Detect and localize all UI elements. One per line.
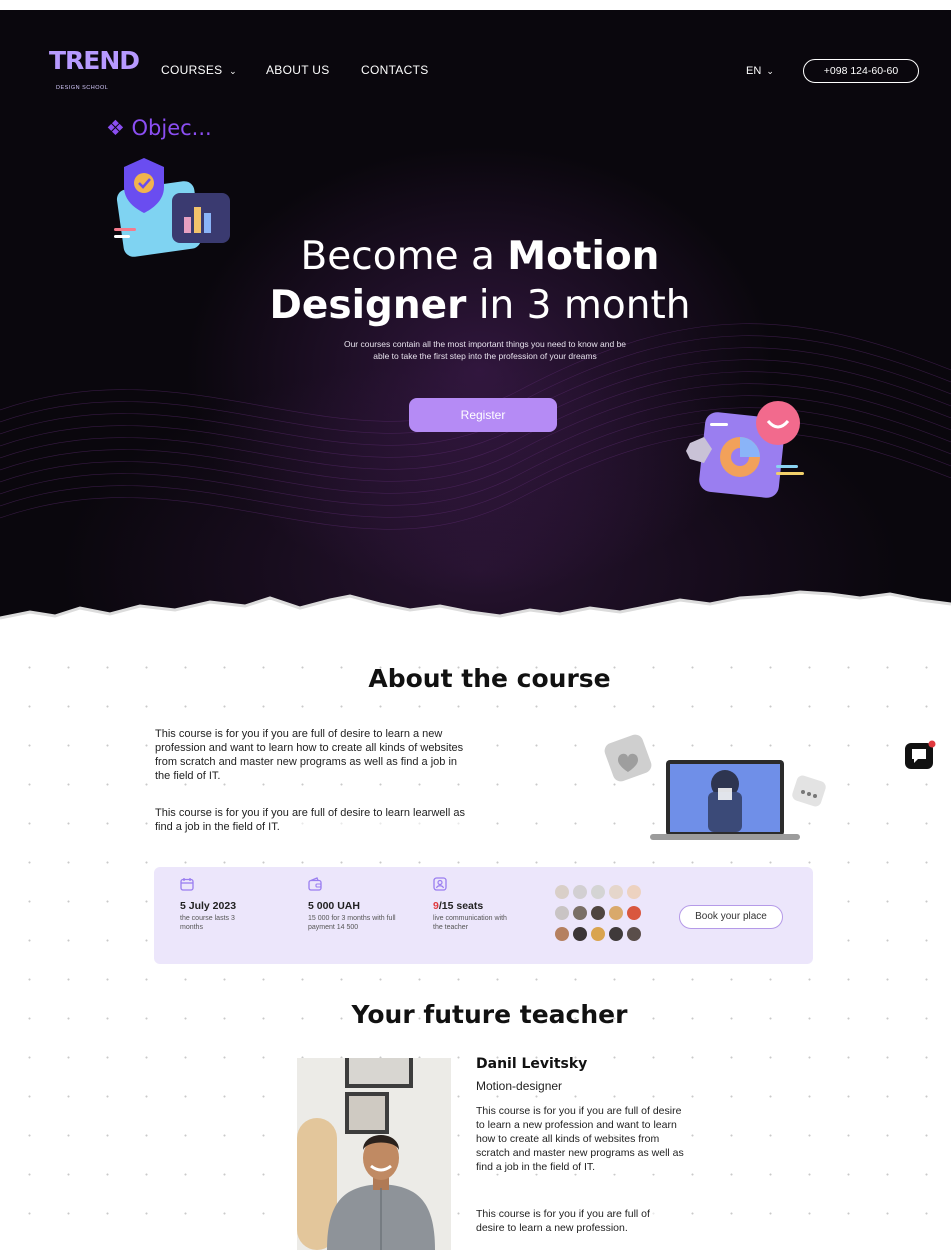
analytics-illustration xyxy=(686,401,804,498)
book-place-button[interactable]: Book your place xyxy=(679,905,783,929)
diamond-icon: ❖ xyxy=(106,116,125,140)
nav-contacts[interactable]: CONTACTS xyxy=(361,63,429,77)
about-paragraph-1: This course is for you if you are full o… xyxy=(155,727,465,783)
course-seats-note: live communication with the teacher xyxy=(433,915,507,931)
course-info-bar: 5 July 2023 the course lasts 3 months 5 … xyxy=(154,867,813,964)
nav-courses[interactable]: COURSES ⌄ xyxy=(161,63,237,77)
object-label-text: Objec... xyxy=(131,116,212,140)
info-price: 5 000 UAH 15 000 for 3 months with full … xyxy=(308,877,398,932)
course-date: 5 July 2023 xyxy=(180,900,237,912)
avatar xyxy=(609,885,623,899)
about-paragraph-2: This course is for you if you are full o… xyxy=(155,806,465,834)
avatar xyxy=(591,927,605,941)
avatar xyxy=(573,927,587,941)
object-label: ❖ Objec... xyxy=(106,116,212,140)
nav-courses-label: COURSES xyxy=(161,63,223,77)
calendar-icon xyxy=(180,878,194,891)
hero-title-bold1: Motion xyxy=(507,234,660,279)
logo[interactable]: TREND xyxy=(49,48,140,74)
phone-button[interactable]: +098 124-60-60 xyxy=(803,59,919,83)
teacher-bio-2: This course is for you if you are full o… xyxy=(476,1207,656,1235)
course-price-note: 15 000 for 3 months with full payment 14… xyxy=(308,915,396,931)
hero-title-part1: Become a xyxy=(300,234,508,279)
info-seats: 9/15 seats live communication with the t… xyxy=(433,877,517,932)
hero-subtitle: Our courses contain all the most importa… xyxy=(343,339,627,361)
avatar xyxy=(591,885,605,899)
course-duration-note: the course lasts 3 months xyxy=(180,915,235,931)
avatar xyxy=(591,906,605,920)
language-selector[interactable]: EN ⌄ xyxy=(746,65,774,77)
teacher-photo-image xyxy=(297,1058,451,1250)
course-price: 5 000 UAH xyxy=(308,900,360,912)
teacher-name: Danil Levitsky xyxy=(476,1056,588,1072)
register-button[interactable]: Register xyxy=(409,398,557,432)
teacher-photo xyxy=(297,1058,451,1250)
user-icon xyxy=(433,877,447,891)
hero-title: Become a Motion Designer in 3 month xyxy=(200,232,760,330)
info-date: 5 July 2023 the course lasts 3 months xyxy=(180,877,250,932)
laptop-illustration xyxy=(604,734,826,840)
avatar xyxy=(555,885,569,899)
seats-total: /15 seats xyxy=(438,900,484,912)
chat-icon[interactable] xyxy=(904,740,936,772)
teacher-section-title: Your future teacher xyxy=(351,1000,628,1029)
avatar xyxy=(627,885,641,899)
wallet-icon xyxy=(308,877,322,891)
hero-section: TREND DESIGN SCHOOL COURSES ⌄ ABOUT US C… xyxy=(0,10,951,630)
hero-title-part2: in 3 month xyxy=(466,283,691,328)
course-seats: 9/15 seats xyxy=(433,900,517,912)
chevron-down-icon: ⌄ xyxy=(766,66,774,76)
language-label: EN xyxy=(746,65,762,77)
nav-about-us[interactable]: ABOUT US xyxy=(266,63,330,77)
student-avatars xyxy=(554,883,649,953)
avatar xyxy=(609,927,623,941)
avatar xyxy=(573,885,587,899)
hero-title-bold2: Designer xyxy=(269,283,467,328)
teacher-role: Motion-designer xyxy=(476,1079,563,1093)
avatar xyxy=(627,906,641,920)
avatar xyxy=(609,906,623,920)
logo-subtitle: DESIGN SCHOOL xyxy=(56,85,109,91)
avatar xyxy=(555,906,569,920)
teacher-bio-1: This course is for you if you are full o… xyxy=(476,1104,686,1174)
torn-paper-edge xyxy=(0,590,951,630)
about-course-title: About the course xyxy=(368,664,611,693)
chevron-down-icon: ⌄ xyxy=(229,66,237,76)
avatar xyxy=(555,927,569,941)
avatar xyxy=(627,927,641,941)
avatar xyxy=(573,906,587,920)
